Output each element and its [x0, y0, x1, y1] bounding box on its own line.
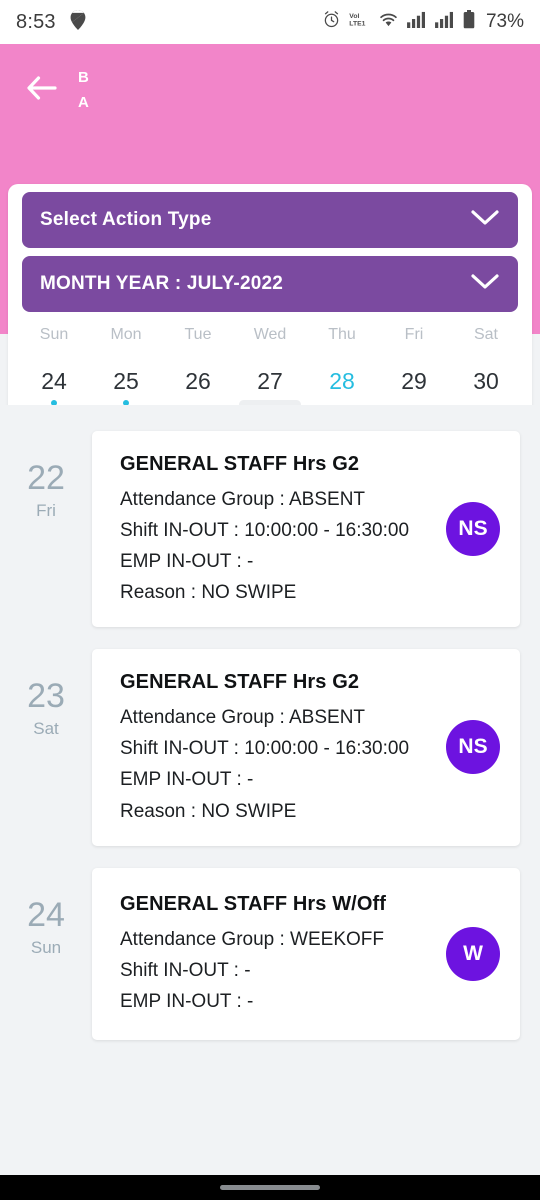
action-type-label: Select Action Type — [40, 209, 212, 230]
entry-date: 24 Sun — [0, 868, 92, 1040]
month-year-label: MONTH YEAR : JULY-2022 — [40, 273, 284, 294]
battery-percent: 73% — [485, 11, 524, 32]
status-badge: NS — [446, 502, 500, 557]
header-title-group: B A — [78, 59, 89, 121]
status-bar-right: Vol LTE1 73% — [323, 10, 524, 34]
entry-date-number: 23 — [27, 677, 65, 716]
chevron-down-icon — [470, 273, 500, 296]
week-day-name: Mon — [90, 326, 162, 344]
week-date-number[interactable]: 25 — [113, 368, 139, 408]
week-date-number[interactable]: 29 — [401, 368, 427, 408]
week-day-names-row: Sun Mon Tue Wed Thu Fri Sat — [18, 326, 522, 344]
attendance-list[interactable]: 22 Fri GENERAL STAFF Hrs G2 Attendance G… — [0, 405, 540, 1175]
header-bar: B A — [0, 44, 540, 136]
week-day-name: Tue — [162, 326, 234, 344]
week-date-number[interactable]: 24 — [41, 368, 67, 408]
week-strip: Sun Mon Tue Wed Thu Fri Sat 24 25 26 27 … — [8, 312, 532, 409]
emp-in-out: EMP IN-OUT : - — [120, 551, 254, 573]
emp-in-out: EMP IN-OUT : - — [120, 991, 254, 1013]
week-date-cell-5[interactable]: 29 — [378, 370, 450, 394]
attendance-group: Attendance Group : ABSENT — [120, 489, 366, 510]
week-day-name: Fri — [378, 326, 450, 344]
wifi-icon — [379, 12, 398, 33]
chevron-down-icon — [470, 209, 500, 232]
location-pin-icon — [70, 9, 86, 35]
list-item[interactable]: 22 Fri GENERAL STAFF Hrs G2 Attendance G… — [0, 431, 540, 628]
week-day-name: Sat — [450, 326, 522, 344]
svg-text:Vol: Vol — [349, 13, 359, 20]
week-date-number-selected[interactable]: 28 — [329, 368, 355, 408]
attendance-card[interactable]: GENERAL STAFF Hrs G2 Attendance Group : … — [92, 431, 520, 628]
action-type-dropdown[interactable]: Select Action Type — [22, 192, 518, 248]
signal-icon-1 — [407, 11, 426, 33]
status-badge: NS — [446, 720, 500, 775]
attendance-group: Attendance Group : ABSENT — [120, 707, 366, 729]
entry-date-number: 24 — [27, 895, 65, 934]
attendance-card[interactable]: GENERAL STAFF Hrs W/Off Attendance Group… — [92, 867, 520, 1040]
week-day-name: Sun — [18, 326, 90, 344]
list-item[interactable]: 24 Sun GENERAL STAFF Hrs W/Off Attendanc… — [0, 867, 540, 1040]
attendance-title: GENERAL STAFF Hrs W/Off — [120, 893, 387, 915]
day-name-label: Thu — [328, 326, 356, 343]
selector-panel: Select Action Type MONTH YEAR : JULY-202… — [8, 184, 532, 421]
alarm-icon — [323, 11, 340, 33]
status-bar: 8:53 Vol LTE1 73% — [0, 0, 540, 44]
back-arrow-icon — [26, 75, 58, 106]
entry-date-number: 22 — [27, 459, 65, 497]
entry-date-day: Fri — [36, 501, 56, 520]
week-day-name: Wed — [234, 326, 306, 344]
attendance-group: Attendance Group : WEEKOFF — [120, 929, 384, 950]
entry-date-day: Sat — [33, 719, 59, 739]
battery-icon — [463, 10, 475, 34]
entry-date: 22 Fri — [0, 431, 92, 627]
status-bar-left: 8:53 — [16, 9, 86, 35]
week-date-cell-1[interactable]: 25 — [90, 370, 162, 406]
entry-date-day: Sun — [30, 937, 62, 957]
attendance-title: GENERAL STAFF Hrs G2 — [120, 453, 360, 475]
attendance-card-body: GENERAL STAFF Hrs W/Off Attendance Group… — [120, 893, 446, 1014]
status-time: 8:53 — [16, 10, 56, 33]
attendance-reason: Reason : NO SWIPE — [120, 582, 297, 604]
svg-text:LTE1: LTE1 — [349, 20, 365, 27]
page-title: B — [78, 69, 90, 86]
system-nav-bar — [0, 1175, 540, 1200]
emp-in-out: EMP IN-OUT : - — [120, 769, 254, 791]
shift-in-out: Shift IN-OUT : 10:00:00 - 16:30:00 — [120, 738, 410, 760]
week-date-number[interactable]: 27 — [257, 368, 283, 408]
month-year-dropdown[interactable]: MONTH YEAR : JULY-2022 — [22, 256, 518, 312]
shift-in-out: Shift IN-OUT : - — [120, 960, 251, 982]
day-name-label: Fri — [404, 326, 424, 343]
day-name-label: Mon — [110, 326, 142, 343]
page-subtitle: A — [78, 94, 90, 111]
volte-icon: Vol LTE1 — [349, 11, 370, 33]
day-name-label: Wed — [253, 326, 287, 343]
attendance-reason: Reason : NO SWIPE — [120, 800, 297, 822]
week-day-name: Thu — [306, 326, 378, 344]
shift-in-out: Shift IN-OUT : 10:00:00 - 16:30:00 — [120, 520, 410, 542]
signal-icon-2 — [435, 11, 454, 33]
week-date-cell-4[interactable]: 28 — [306, 370, 378, 394]
dropdown-group: Select Action Type MONTH YEAR : JULY-202… — [8, 192, 532, 312]
week-date-cell-0[interactable]: 24 — [18, 370, 90, 406]
back-button[interactable] — [18, 66, 66, 114]
week-dates-row: 24 25 26 27 28 29 30 — [18, 370, 522, 406]
week-date-number[interactable]: 26 — [185, 368, 211, 408]
week-date-cell-6[interactable]: 30 — [450, 370, 522, 394]
day-name-label: Sat — [473, 326, 498, 343]
attendance-card[interactable]: GENERAL STAFF Hrs G2 Attendance Group : … — [92, 649, 520, 846]
attendance-card-body: GENERAL STAFF Hrs G2 Attendance Group : … — [120, 671, 446, 823]
attendance-title: GENERAL STAFF Hrs G2 — [120, 671, 360, 694]
home-indicator[interactable] — [220, 1185, 320, 1190]
attendance-card-body: GENERAL STAFF Hrs G2 Attendance Group : … — [120, 453, 446, 605]
week-date-cell-3[interactable]: 27 — [234, 370, 306, 394]
day-name-label: Tue — [184, 326, 212, 343]
week-date-number[interactable]: 30 — [473, 368, 499, 408]
week-date-cell-2[interactable]: 26 — [162, 370, 234, 394]
list-item[interactable]: 23 Sat GENERAL STAFF Hrs G2 Attendance G… — [0, 649, 540, 846]
day-name-label: Sun — [39, 326, 69, 343]
app-root: 8:53 Vol LTE1 73% B A Select Action Type… — [0, 0, 540, 1200]
status-badge: W — [446, 926, 500, 981]
entry-date: 23 Sat — [0, 649, 92, 845]
